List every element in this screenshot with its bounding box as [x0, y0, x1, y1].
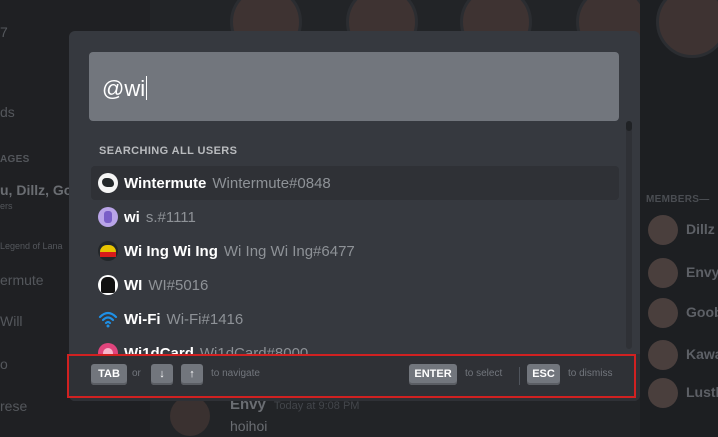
results-list: Wintermute Wintermute#0848 wi s.#1111 Wi…	[91, 166, 619, 354]
nintendo-switch-avatar-icon	[98, 241, 118, 261]
enter-key-hint: ENTER	[409, 364, 457, 385]
wifi-icon	[98, 309, 118, 329]
result-row-wi-upper[interactable]: WI WI#5016	[91, 268, 619, 302]
sidebar-dm-item[interactable]: ermute	[0, 272, 44, 288]
avatar	[648, 340, 678, 370]
member-item[interactable]: Lusth	[644, 378, 718, 408]
member-name: Lusth	[686, 384, 718, 400]
member-item[interactable]: Kawa	[644, 340, 718, 370]
result-row-wi-fi[interactable]: Wi-Fi Wi-Fi#1416	[91, 302, 619, 336]
scrollbar-thumb[interactable]	[626, 121, 632, 131]
tab-key-hint: TAB	[91, 364, 127, 385]
result-username: Wi1dCard	[124, 344, 194, 355]
member-name: Goob	[686, 304, 718, 320]
quick-switcher-search-input[interactable]: @wi	[89, 52, 619, 121]
results-scrollbar[interactable]	[626, 121, 632, 349]
result-row-wi[interactable]: wi s.#1111	[91, 200, 619, 234]
dark-silhouette-avatar-icon	[98, 275, 118, 295]
sidebar-dm-item[interactable]: rese	[0, 398, 27, 414]
white-creature-avatar-icon	[98, 173, 118, 193]
result-tag: WI#5016	[148, 276, 209, 294]
result-tag: Wi1dCard#8000	[199, 344, 309, 355]
result-username: wi	[124, 208, 140, 226]
result-row-wintermute[interactable]: Wintermute Wintermute#0848	[91, 166, 619, 200]
member-item[interactable]: Goob	[644, 298, 718, 328]
result-tag: Wintermute#0848	[212, 174, 331, 192]
quick-switcher-modal: @wi SEARCHING ALL USERS Wintermute Winte…	[69, 31, 640, 401]
result-row-wi1dcard[interactable]: Wi1dCard Wi1dCard#8000	[91, 336, 619, 354]
avatar	[656, 0, 718, 58]
footer-divider	[519, 367, 520, 385]
member-item[interactable]: Envy	[644, 258, 718, 288]
purple-character-avatar-icon	[98, 207, 118, 227]
search-query: @wi	[102, 76, 148, 102]
sidebar-section-header: AGES	[0, 154, 30, 165]
avatar	[648, 258, 678, 288]
navigate-hint: to navigate	[211, 368, 260, 379]
keyboard-hints-footer: TAB or ↓ ↑ to navigate ENTER to select E…	[69, 354, 640, 401]
avatar	[648, 215, 678, 245]
member-name: Kawa	[686, 346, 718, 362]
dismiss-hint: to dismiss	[568, 368, 613, 379]
pink-avatar-icon	[98, 343, 118, 354]
or-text: or	[132, 368, 141, 379]
result-username: WI	[124, 276, 143, 294]
sidebar-dm-item[interactable]: Will	[0, 313, 23, 329]
arrow-up-key-hint: ↑	[181, 364, 203, 385]
result-username: Wi Ing Wi Ing	[124, 242, 218, 260]
message-text: hoihoi	[230, 418, 268, 434]
sidebar-text: ers	[0, 201, 13, 211]
result-row-wi-ing-wi-ing[interactable]: Wi Ing Wi Ing Wi Ing Wi Ing#6477	[91, 234, 619, 268]
result-username: Wintermute	[124, 174, 207, 192]
result-tag: s.#1111	[145, 208, 196, 226]
sidebar-text: Legend of Lana	[0, 241, 63, 251]
result-username: Wi-Fi	[124, 310, 161, 328]
avatar	[648, 298, 678, 328]
members-header: MEMBERS—	[646, 194, 710, 205]
result-tag: Wi Ing Wi Ing#6477	[223, 242, 355, 260]
results-section-title: SEARCHING ALL USERS	[99, 145, 238, 157]
sidebar-text: 7	[0, 24, 8, 40]
member-name: Envy	[686, 264, 718, 280]
search-query-text: @wi	[102, 76, 146, 101]
avatar	[648, 378, 678, 408]
select-hint: to select	[465, 368, 503, 379]
arrow-down-key-hint: ↓	[151, 364, 173, 385]
avatar	[170, 396, 210, 436]
member-list: MEMBERS— Dillz Envy Goob Kawa Lusth	[640, 0, 718, 437]
text-caret	[146, 76, 148, 100]
result-tag: Wi-Fi#1416	[166, 310, 244, 328]
message-timestamp: Today at 9:08 PM	[273, 400, 360, 412]
esc-key-hint: ESC	[527, 364, 560, 385]
sidebar-dm-item[interactable]: o	[0, 356, 8, 372]
member-name: Dillz	[686, 221, 715, 237]
sidebar-text: ds	[0, 104, 15, 120]
member-item[interactable]: Dillz	[644, 215, 718, 245]
